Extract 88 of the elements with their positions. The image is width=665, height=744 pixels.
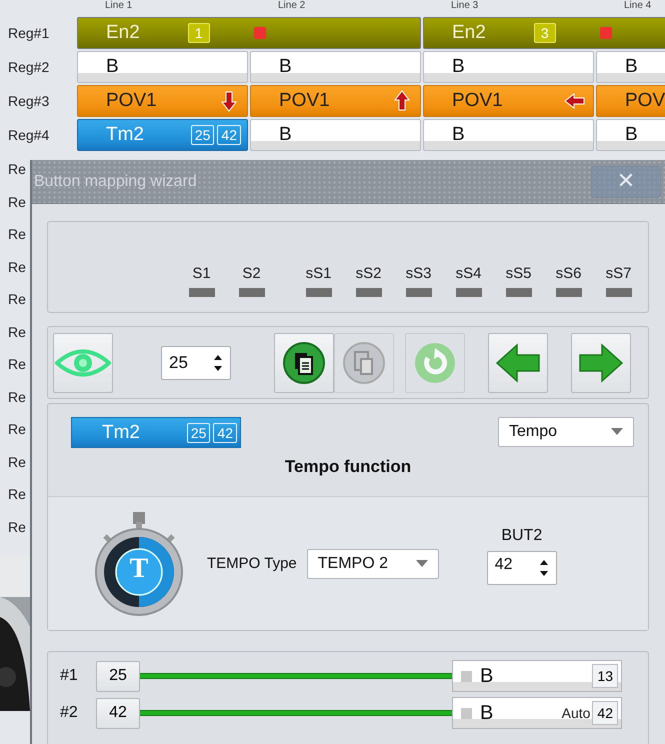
row-label: Re <box>7 160 26 179</box>
source-button[interactable]: 42 <box>96 698 140 728</box>
forward-button[interactable] <box>571 332 631 392</box>
back-button[interactable] <box>488 332 548 392</box>
eye-icon <box>55 348 111 378</box>
target-cell[interactable]: B 13 <box>452 660 622 692</box>
row-label: Re <box>7 485 26 504</box>
dropdown-caret-icon <box>611 428 623 436</box>
stopwatch-icon <box>93 512 185 616</box>
button-label: BUT2 <box>501 526 542 544</box>
copy-icon <box>282 340 326 384</box>
reset-icon <box>413 340 457 384</box>
row-label: Re <box>7 290 26 309</box>
signal-label: sS6 <box>556 265 582 282</box>
pov-cell[interactable]: POV <box>596 85 665 117</box>
button-cell[interactable]: B <box>596 51 665 83</box>
handle-icon <box>461 708 472 718</box>
signal-indicator <box>306 288 332 297</box>
window-title: Button mapping wizard <box>34 172 197 190</box>
stopwatch-letter: T <box>128 552 150 584</box>
signal-label: sS1 <box>306 265 332 282</box>
type-label: TEMPO Type <box>207 555 297 572</box>
signal-indicator <box>556 288 582 297</box>
signal-label: sS3 <box>406 265 432 282</box>
pov-cell[interactable]: POV1 <box>77 85 248 117</box>
signal-label: S2 <box>242 265 261 282</box>
mapping-label: #2 <box>60 704 79 722</box>
signal-label: sS4 <box>456 265 482 282</box>
handle-icon <box>461 670 472 682</box>
row-label: Reg#2 <box>7 58 50 77</box>
row-label: Re <box>7 192 26 212</box>
row-label: Re <box>7 452 26 472</box>
type-dropdown[interactable]: TEMPO 2 <box>306 548 439 578</box>
value-badge: 13 <box>592 664 618 688</box>
button-cell[interactable]: B <box>423 119 594 151</box>
mapping-label: #1 <box>60 667 79 685</box>
button-cell[interactable]: B <box>250 51 421 83</box>
row-label: Re <box>7 225 26 244</box>
button-cell[interactable]: B <box>250 119 421 151</box>
button-cell[interactable]: B <box>77 51 248 83</box>
pov-cell[interactable]: POV1 <box>250 85 421 117</box>
pov-cell[interactable]: POV1 <box>423 85 594 117</box>
row-label: Re <box>7 355 26 374</box>
signal-indicator <box>188 288 214 297</box>
column-header: Line 2 <box>277 0 306 13</box>
count-badge: 42 <box>217 125 241 145</box>
row-label: Re <box>7 518 26 536</box>
signal-indicator <box>606 288 632 297</box>
dropdown-caret-icon <box>416 560 428 568</box>
target-cell[interactable]: B Auto 42 <box>452 697 622 729</box>
button-cell[interactable]: B <box>423 51 594 83</box>
signal-indicator <box>506 288 532 297</box>
left-arrow-icon <box>495 342 541 382</box>
row-label: Re <box>7 388 26 406</box>
count-badge: 25 <box>186 422 210 442</box>
function-dropdown[interactable]: Tempo <box>498 417 634 447</box>
row-label: Reg#3 <box>7 92 50 111</box>
row-label: Re <box>7 322 26 342</box>
count-badge: 25 <box>190 125 214 145</box>
paste-icon <box>342 340 386 384</box>
tempo-chip: Tm2 25 42 <box>71 417 241 448</box>
row-label: Reg#4 <box>7 126 50 145</box>
source-button[interactable]: 25 <box>96 660 140 692</box>
signal-label: sS7 <box>606 265 632 282</box>
signal-indicator <box>356 288 382 297</box>
column-header: Line 4 <box>623 0 652 13</box>
function-title: Tempo function <box>284 457 412 477</box>
number-spinner[interactable]: 42 <box>486 550 557 584</box>
count-badge: 3 <box>534 23 556 43</box>
value-badge: 42 <box>592 701 618 725</box>
row-label: Re <box>7 420 26 439</box>
signal-indicator <box>456 288 482 297</box>
signal-label: sS2 <box>356 265 382 282</box>
count-badge: 42 <box>213 422 237 442</box>
column-header: Line 1 <box>104 0 134 13</box>
mode-label: Auto <box>562 705 590 721</box>
row-label: Re <box>7 258 26 276</box>
copy-button[interactable] <box>274 332 334 392</box>
number-spinner[interactable]: 25 <box>161 346 231 380</box>
column-header: Line 3 <box>450 0 480 13</box>
count-badge: 1 <box>188 23 210 43</box>
right-arrow-icon <box>578 342 624 382</box>
button-cell[interactable]: B <box>596 119 665 151</box>
signal-indicator <box>238 288 264 297</box>
signal-label: S1 <box>192 265 211 282</box>
row-label: Reg#1 <box>7 24 50 43</box>
signal-label: sS5 <box>506 265 532 282</box>
signal-indicator <box>406 288 432 297</box>
